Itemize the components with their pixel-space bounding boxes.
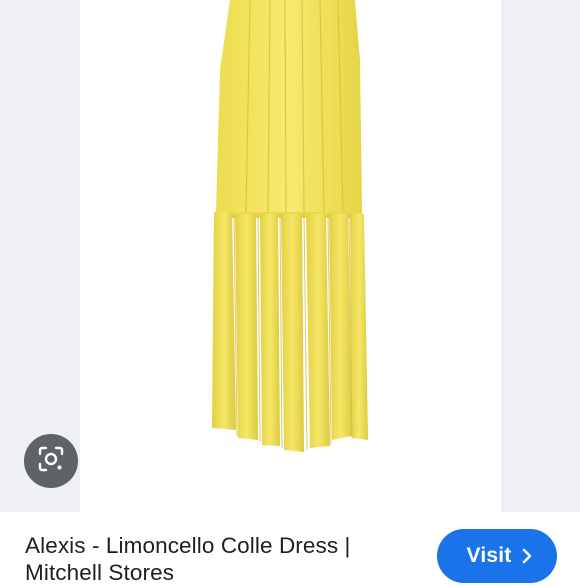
image-viewer <box>0 0 580 512</box>
product-image[interactable] <box>80 0 501 512</box>
lens-search-icon <box>37 445 65 478</box>
visit-label: Visit <box>466 544 512 567</box>
lens-search-button[interactable] <box>24 434 78 488</box>
product-title[interactable]: Alexis - Limoncello Colle Dress | Mitche… <box>25 532 405 586</box>
chevron-right-icon <box>521 548 533 564</box>
result-footer: Alexis - Limoncello Colle Dress | Mitche… <box>0 512 580 585</box>
dress-image <box>212 0 368 452</box>
visit-button[interactable]: Visit <box>437 529 557 583</box>
